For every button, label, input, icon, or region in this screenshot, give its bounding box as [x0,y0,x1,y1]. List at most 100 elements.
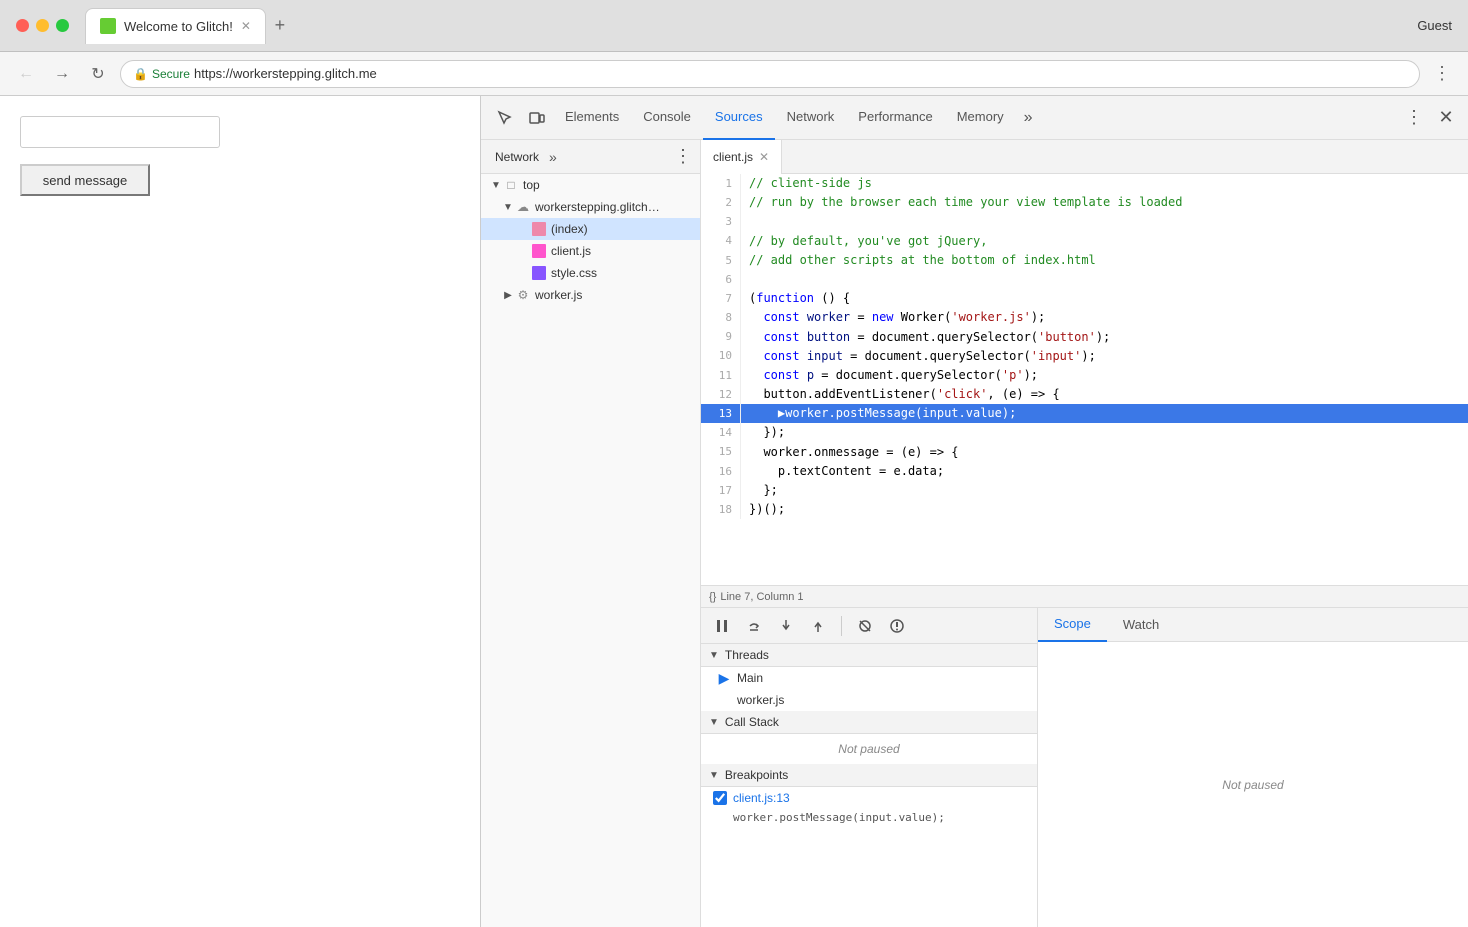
guest-label: Guest [1417,18,1452,33]
breakpoints-label: Breakpoints [725,768,788,782]
sources-kebab-button[interactable]: ⋮ [674,146,692,167]
tree-item-index[interactable]: (index) [481,218,700,240]
main-content: send message Elements Console [0,96,1468,927]
line-content-9: const button = document.querySelector('b… [741,328,1468,347]
thread-main-label: Main [737,671,763,685]
devtools-inspect-icon[interactable] [489,102,521,134]
close-traffic-light[interactable] [16,19,29,32]
scope-tab-scope[interactable]: Scope [1038,608,1107,642]
tree-item-domain[interactable]: ▼ ☁ workerstepping.glitch… [481,196,700,218]
breakpoints-section-header[interactable]: ▼ Breakpoints [701,764,1037,787]
breakpoint-code-1: worker.postMessage(input.value); [713,811,945,824]
tab-elements[interactable]: Elements [553,96,631,140]
line-num-8: 8 [701,308,741,327]
sources-network-tab[interactable]: Network [489,150,545,164]
code-tabs: client.js ✕ [701,140,1468,174]
js-file-icon [531,243,547,259]
line-num-10: 10 [701,347,741,366]
line-num-18: 18 [701,500,741,519]
code-line-18: 18 })(); [701,500,1468,519]
step-out-button[interactable] [805,613,831,639]
devtools-device-icon[interactable] [521,102,553,134]
devtools-body: Network » ⋮ ▼ □ top ▼ [481,140,1468,927]
sources-more-button[interactable]: » [549,149,557,165]
minimize-traffic-light[interactable] [36,19,49,32]
step-into-button[interactable] [773,613,799,639]
tab-title: Welcome to Glitch! [124,19,233,34]
code-editor[interactable]: 1 // client-side js 2 // run by the brow… [701,174,1468,585]
step-over-button[interactable] [741,613,767,639]
thread-main[interactable]: ▶ Main [701,667,1037,689]
debugger-left-panel: ▼ Threads ▶ Main work [701,608,1038,927]
code-line-9: 9 const button = document.querySelector(… [701,328,1468,347]
tree-item-workerjs[interactable]: ▶ ⚙ worker.js [481,284,700,306]
code-tab-close-icon[interactable]: ✕ [759,150,769,164]
line-num-12: 12 [701,385,741,404]
send-message-button[interactable]: send message [20,164,150,196]
breakpoint-item-1: client.js:13 worker.postMessage(input.va… [701,787,1037,828]
thread-active-icon: ▶ [717,671,731,685]
line-num-5: 5 [701,251,741,270]
tree-item-clientjs[interactable]: client.js [481,240,700,262]
deactivate-breakpoints-button[interactable] [852,613,878,639]
secure-label: Secure [152,67,190,81]
tab-close-button[interactable]: ✕ [241,19,251,33]
line-content-1: // client-side js [741,174,1468,193]
tree-item-stylecss[interactable]: style.css [481,262,700,284]
url-text: https://workerstepping.glitch.me [194,66,377,81]
threads-section-header[interactable]: ▼ Threads [701,644,1037,667]
devtools-settings-button[interactable]: ⋮ [1400,104,1428,132]
tab-sources[interactable]: Sources [703,96,775,140]
code-status-bar: {} Line 7, Column 1 [701,585,1468,607]
line-content-17: }; [741,481,1468,500]
title-bar: Welcome to Glitch! ✕ + Guest [0,0,1468,52]
back-button[interactable]: ← [12,60,40,88]
scope-tab-watch[interactable]: Watch [1107,608,1175,642]
reload-button[interactable]: ↻ [84,60,112,88]
devtools-header-right: ⋮ ✕ [1400,104,1460,132]
thread-workerjs[interactable]: worker.js [701,689,1037,711]
maximize-traffic-light[interactable] [56,19,69,32]
line-content-2: // run by the browser each time your vie… [741,193,1468,212]
line-num-14: 14 [701,423,741,442]
debugger-right-panel: Scope Watch Not paused [1038,608,1468,927]
call-stack-section-header[interactable]: ▼ Call Stack [701,711,1037,734]
threads-arrow-icon: ▼ [709,650,719,661]
browser-tab-active[interactable]: Welcome to Glitch! ✕ [85,8,266,44]
tab-console[interactable]: Console [631,96,703,140]
line-num-13: 13 [701,404,741,423]
more-tabs-button[interactable]: » [1016,109,1041,127]
breakpoints-arrow-icon: ▼ [709,770,719,781]
tree-item-top[interactable]: ▼ □ top [481,174,700,196]
traffic-lights [16,19,69,32]
code-tab-clientjs[interactable]: client.js ✕ [701,140,782,174]
code-editor-area: client.js ✕ 1 // client-side js [701,140,1468,927]
code-line-14: 14 }); [701,423,1468,442]
tab-performance[interactable]: Performance [846,96,944,140]
devtools-close-button[interactable]: ✕ [1432,104,1460,132]
line-content-8: const worker = new Worker('worker.js'); [741,308,1468,327]
new-tab-button[interactable]: + [266,12,294,40]
file-tree: ▼ □ top ▼ ☁ workerstepping.glitch… [481,174,700,927]
tree-label-clientjs: client.js [551,244,591,258]
breakpoint-checkbox-1[interactable] [713,791,727,805]
call-stack-label: Call Stack [725,715,779,729]
pause-resume-button[interactable] [709,613,735,639]
forward-button[interactable]: → [48,60,76,88]
tab-network[interactable]: Network [775,96,847,140]
pause-on-exceptions-button[interactable] [884,613,910,639]
code-line-10: 10 const input = document.querySelector(… [701,347,1468,366]
address-bar[interactable]: 🔒 Secure https://workerstepping.glitch.m… [120,60,1420,88]
line-num-3: 3 [701,212,741,231]
sources-left-header: Network » ⋮ [481,140,700,174]
line-content-18: })(); [741,500,1468,519]
tree-spacer-icon [517,224,531,235]
navigation-bar: ← → ↻ 🔒 Secure https://workerstepping.gl… [0,52,1468,96]
status-braces-icon: {} [709,591,716,603]
tab-memory[interactable]: Memory [945,96,1016,140]
tree-arrow-workerjs-icon: ▶ [501,290,515,301]
nav-more-button[interactable]: ⋮ [1428,60,1456,88]
line-content-11: const p = document.querySelector('p'); [741,366,1468,385]
message-input[interactable] [20,116,220,148]
line-content-12: button.addEventListener('click', (e) => … [741,385,1468,404]
